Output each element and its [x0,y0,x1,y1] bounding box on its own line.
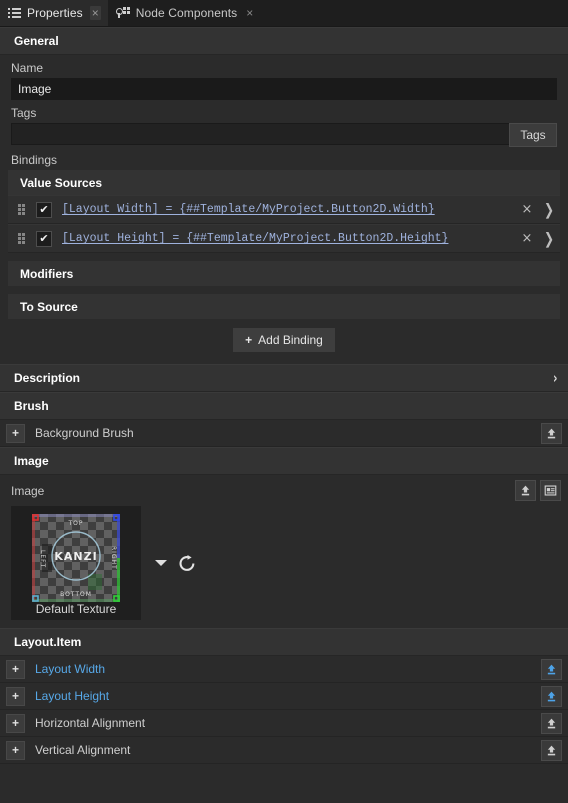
svg-text:KANZI: KANZI [54,550,97,563]
spacer [0,253,568,261]
tab-properties[interactable]: Properties × [0,0,108,26]
chevron-down-icon[interactable] [155,560,167,566]
bindings-label: Bindings [0,147,568,170]
section-to-source-title: To Source [20,300,78,314]
upload-icon[interactable] [541,423,562,444]
property-row-horizontal-alignment[interactable]: + Horizontal Alignment [0,710,568,737]
add-property-icon[interactable]: + [6,660,25,679]
property-row-layout-width[interactable]: + Layout Width [0,656,568,683]
binding-expression[interactable]: [Layout Width] = {##Template/MyProject.B… [62,203,516,216]
tags-row: Tags [11,123,557,147]
properties-list-icon[interactable] [540,480,561,501]
tab-node-components-close-icon[interactable]: × [244,6,255,20]
binding-row[interactable]: ✔ [Layout Height] = {##Template/MyProjec… [8,224,560,253]
texture-thumbnail[interactable]: KANZI TOP BOTTOM LEFT RIGHT [32,514,120,602]
section-modifiers-title: Modifiers [20,267,73,281]
upload-icon[interactable] [541,659,562,680]
section-layout-item-title: Layout.Item [14,635,81,649]
binding-expand-chevron-icon[interactable]: ❯ [538,202,560,218]
svg-text:TOP: TOP [67,520,83,527]
tab-bar: Properties × Node Components × [0,0,568,27]
tab-properties-label: Properties [27,6,83,20]
tab-node-components-label: Node Components [136,6,238,20]
binding-row[interactable]: ✔ [Layout Width] = {##Template/MyProject… [8,195,560,224]
bindings-group: Value Sources ⱟ ✔ [Layout Width] = {##Te… [0,170,568,364]
section-description-title: Description [14,371,80,385]
tags-label: Tags [0,100,568,123]
section-image[interactable]: Image ⱟ [0,447,568,475]
property-name: Vertical Alignment [35,743,541,757]
tags-button[interactable]: Tags [509,123,557,147]
section-value-sources-title: Value Sources [20,176,102,190]
upload-icon[interactable] [541,686,562,707]
properties-panel: Properties × Node Components × General ⱟ… [0,0,568,803]
property-name: Background Brush [35,426,541,440]
add-property-icon[interactable]: + [6,741,25,760]
property-row-layout-height[interactable]: + Layout Height [0,683,568,710]
binding-remove-icon[interactable]: × [516,232,538,245]
section-general-title: General [14,34,59,48]
add-property-icon[interactable]: + [6,714,25,733]
add-property-icon[interactable]: + [6,424,25,443]
section-layout-item[interactable]: Layout.Item ⱟ [0,628,568,656]
upload-icon[interactable] [515,480,536,501]
section-brush-title: Brush [14,399,49,413]
texture-caption: Default Texture [36,602,117,616]
svg-text:LEFT: LEFT [39,550,46,568]
name-label: Name [0,55,568,78]
section-modifiers[interactable]: Modifiers ⱟ [8,261,560,286]
binding-expression[interactable]: [Layout Height] = {##Template/MyProject.… [62,232,516,245]
add-binding-button[interactable]: + Add Binding [233,328,335,352]
add-binding-label: Add Binding [258,333,323,347]
binding-enabled-checkbox[interactable]: ✔ [36,231,52,247]
list-square-icon [8,8,21,19]
property-name[interactable]: Layout Width [35,662,541,676]
svg-text:BOTTOM: BOTTOM [60,591,92,598]
section-brush[interactable]: Brush ⱟ [0,392,568,420]
binding-expand-chevron-icon[interactable]: ❯ [538,231,560,247]
texture-thumbnail-card[interactable]: KANZI TOP BOTTOM LEFT RIGHT Default Text… [11,506,141,620]
name-input[interactable]: Image [11,78,557,100]
spacer [0,286,568,294]
section-description[interactable]: Description › [0,364,568,392]
drag-handle-icon[interactable] [18,204,27,215]
binding-remove-icon[interactable]: × [516,203,538,216]
drag-handle-icon[interactable] [18,233,27,244]
section-image-title: Image [14,454,49,468]
property-row-background-brush[interactable]: + Background Brush [0,420,568,447]
property-row-vertical-alignment[interactable]: + Vertical Alignment [0,737,568,764]
binding-enabled-checkbox[interactable]: ✔ [36,202,52,218]
tags-input[interactable] [11,123,510,145]
plus-icon: + [245,333,252,347]
node-component-icon [116,7,130,19]
section-value-sources[interactable]: Value Sources ⱟ [8,170,560,195]
tab-node-components[interactable]: Node Components × [108,0,263,26]
image-property-label: Image [11,484,44,498]
property-name: Horizontal Alignment [35,716,541,730]
property-name[interactable]: Layout Height [35,689,541,703]
image-property-header: Image [0,475,568,504]
svg-text:RIGHT: RIGHT [110,546,117,570]
chevron-right-icon[interactable]: › [554,371,558,386]
add-binding-row: + Add Binding [0,319,568,362]
section-to-source[interactable]: To Source ⱟ [8,294,560,319]
section-general[interactable]: General ⱟ [0,27,568,55]
upload-icon[interactable] [541,740,562,761]
upload-icon[interactable] [541,713,562,734]
reset-arrow-icon[interactable] [179,555,196,572]
image-selector-row: KANZI TOP BOTTOM LEFT RIGHT Default Text… [0,504,568,628]
tab-properties-close-icon[interactable]: × [90,6,101,20]
name-input-value: Image [18,82,51,96]
image-header-buttons [515,480,561,501]
add-property-icon[interactable]: + [6,687,25,706]
